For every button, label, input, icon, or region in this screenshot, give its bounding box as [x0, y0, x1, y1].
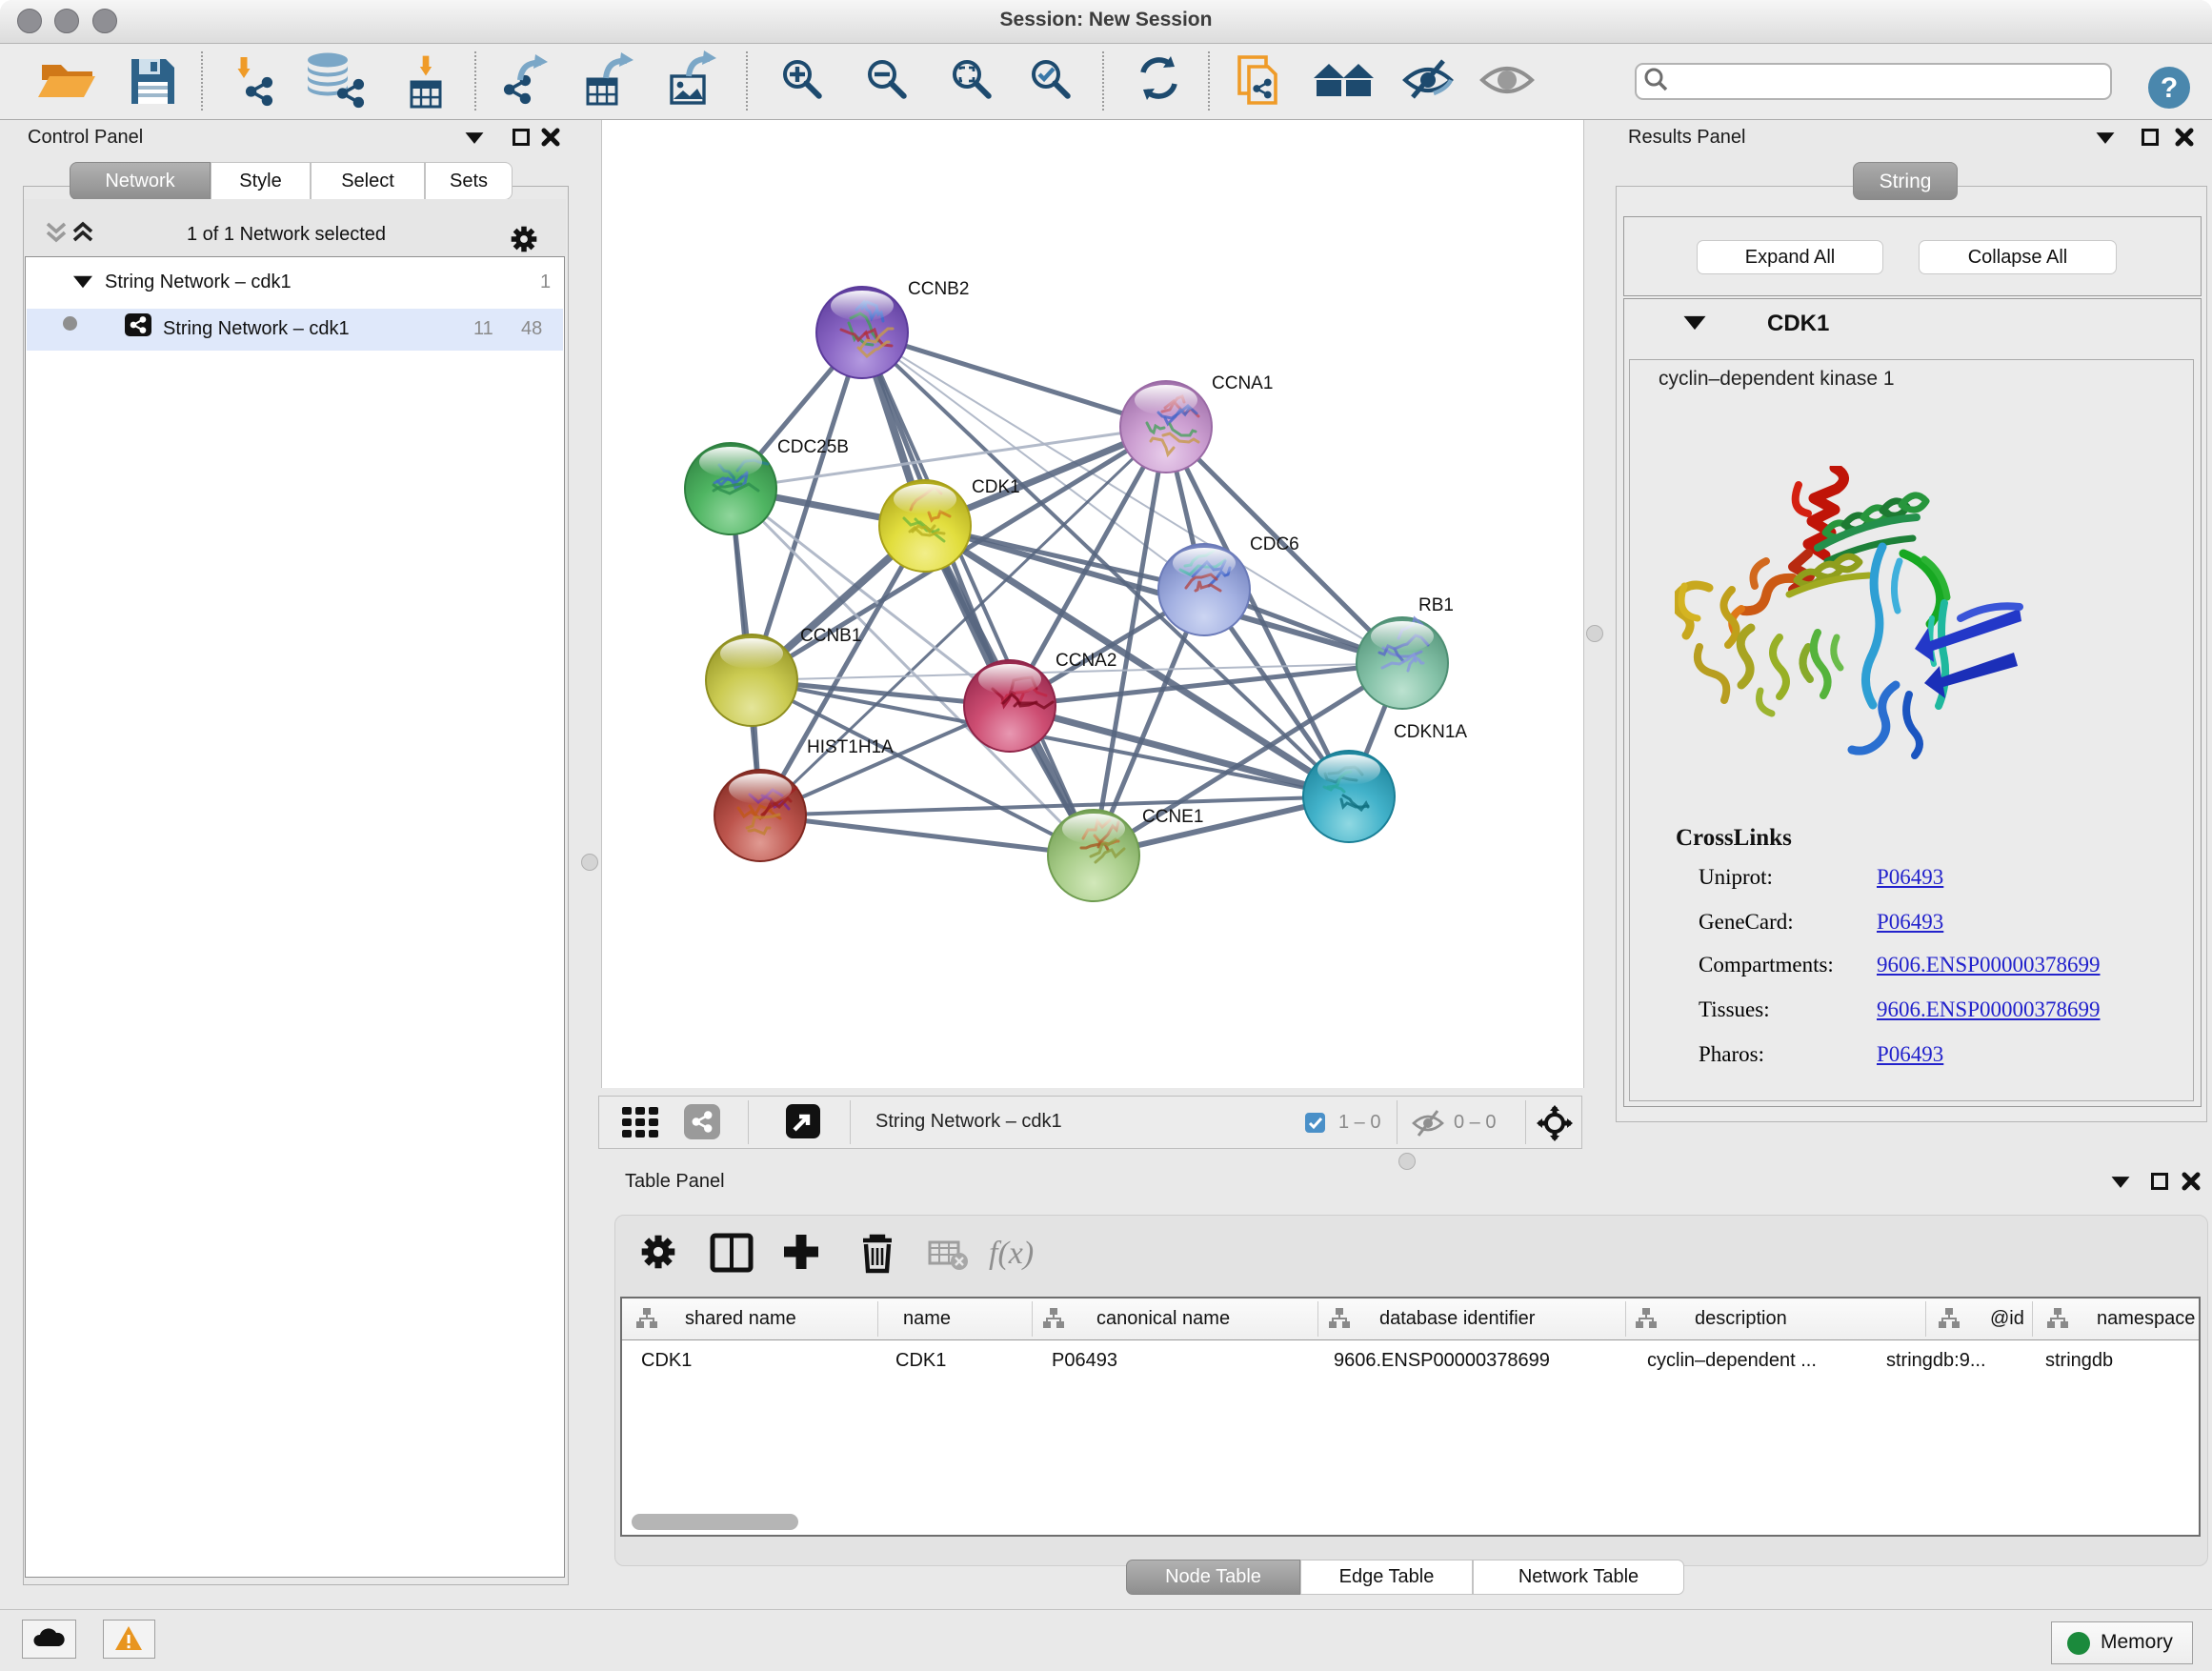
svg-text:CDKN1A: CDKN1A: [1394, 722, 1467, 742]
svg-text:CDC6: CDC6: [1250, 534, 1299, 554]
svg-text:?: ?: [2161, 72, 2178, 104]
svg-text:CCNB2: CCNB2: [908, 279, 969, 299]
svg-text:CCNE1: CCNE1: [1142, 807, 1203, 827]
svg-text:HIST1H1A: HIST1H1A: [807, 737, 894, 757]
svg-text:CCNA1: CCNA1: [1212, 373, 1273, 393]
svg-text:CDK1: CDK1: [972, 477, 1020, 497]
svg-text:CCNA2: CCNA2: [1056, 651, 1116, 671]
svg-text:f(x): f(x): [989, 1236, 1034, 1271]
svg-text:CDC25B: CDC25B: [777, 437, 849, 457]
svg-text:RB1: RB1: [1418, 595, 1454, 615]
svg-text:CCNB1: CCNB1: [800, 626, 861, 646]
